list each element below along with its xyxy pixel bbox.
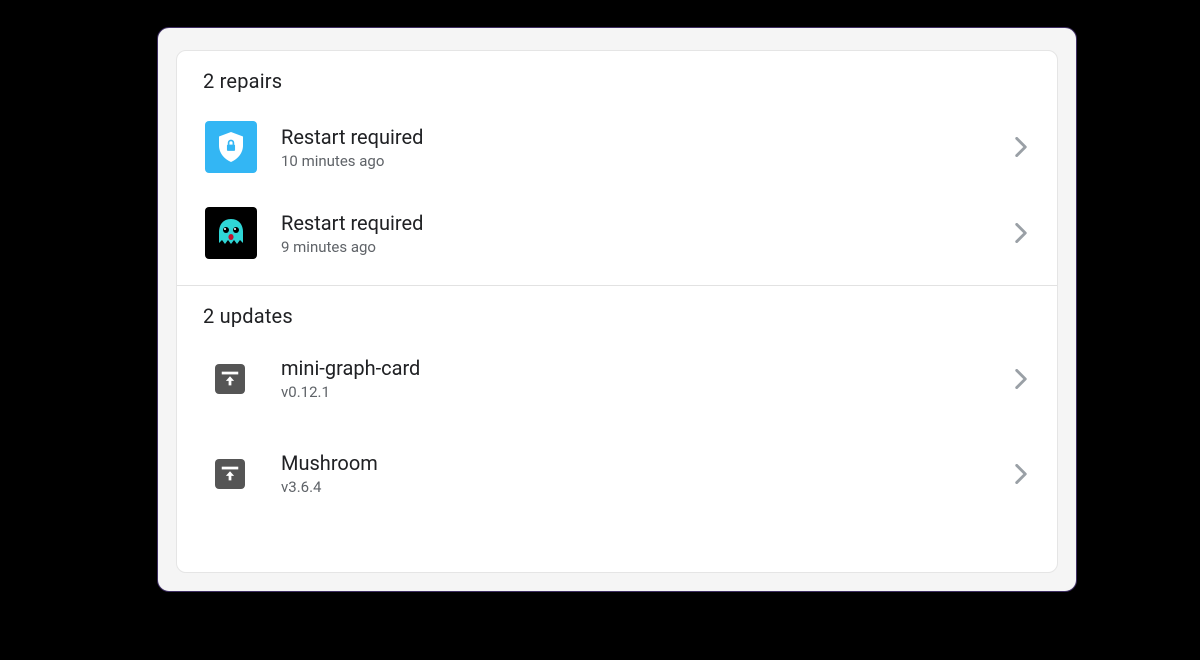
- update-row-body: mini-graph-card v0.12.1: [281, 356, 1003, 401]
- repair-row-0[interactable]: Restart required 10 minutes ago: [203, 107, 1031, 187]
- repair-row-subtitle: 9 minutes ago: [281, 238, 1003, 256]
- repair-row-1[interactable]: Restart required 9 minutes ago: [203, 193, 1031, 273]
- package-upload-icon: [215, 364, 245, 394]
- notifications-card: 2 repairs Restart required 10 minutes ag…: [176, 50, 1058, 573]
- shield-lock-icon: [205, 121, 257, 173]
- package-upload-icon: [215, 459, 245, 489]
- updates-section: 2 updates mini-graph-card v0.12.1: [177, 286, 1057, 522]
- chevron-right-icon: [1015, 137, 1027, 157]
- update-row-1[interactable]: Mushroom v3.6.4: [203, 437, 1031, 510]
- repair-row-title: Restart required: [281, 125, 1003, 150]
- chevron-right-icon: [1015, 369, 1027, 389]
- repairs-section: 2 repairs Restart required 10 minutes ag…: [177, 51, 1057, 285]
- ghost-icon: [205, 207, 257, 259]
- repair-row-body: Restart required 10 minutes ago: [281, 125, 1003, 170]
- update-row-subtitle: v0.12.1: [281, 383, 1003, 401]
- settings-panel: 2 repairs Restart required 10 minutes ag…: [157, 27, 1077, 592]
- update-row-body: Mushroom v3.6.4: [281, 451, 1003, 496]
- update-row-title: mini-graph-card: [281, 356, 1003, 381]
- repairs-header: 2 repairs: [203, 69, 1031, 93]
- repair-row-subtitle: 10 minutes ago: [281, 152, 1003, 170]
- updates-header: 2 updates: [203, 304, 1031, 328]
- repair-row-title: Restart required: [281, 211, 1003, 236]
- update-row-0[interactable]: mini-graph-card v0.12.1: [203, 342, 1031, 415]
- update-row-subtitle: v3.6.4: [281, 478, 1003, 496]
- update-row-title: Mushroom: [281, 451, 1003, 476]
- chevron-right-icon: [1015, 223, 1027, 243]
- chevron-right-icon: [1015, 464, 1027, 484]
- repair-row-body: Restart required 9 minutes ago: [281, 211, 1003, 256]
